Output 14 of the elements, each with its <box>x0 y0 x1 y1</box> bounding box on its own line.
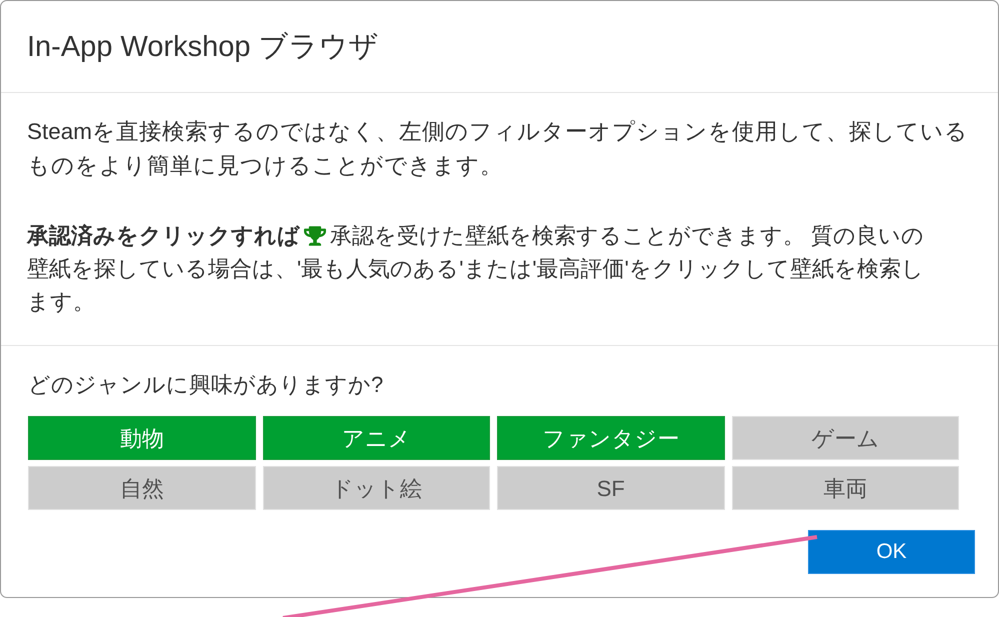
genre-button[interactable]: 車両 <box>732 466 959 510</box>
genre-button[interactable]: SF <box>497 466 724 510</box>
genre-button[interactable]: 自然 <box>28 466 256 510</box>
genre-button[interactable]: ドット絵 <box>262 466 490 510</box>
genre-question: どのジャンルに興味がありますか? <box>28 371 384 399</box>
genre-button[interactable]: アニメ <box>262 416 490 460</box>
dialog-title: In-App Workshop ブラウザ <box>27 30 379 64</box>
genre-button[interactable]: ゲーム <box>732 416 959 460</box>
genre-button[interactable]: ファンタジー <box>497 416 724 460</box>
genre-button[interactable]: 動物 <box>28 416 256 460</box>
ok-button[interactable]: OK <box>808 530 975 574</box>
trophy-icon <box>304 226 326 246</box>
approved-hint-text: 承認済みをクリックすれば 承認を受けた壁紙を検索することができます。 質の良いの壁紙を探している場合は、'最も人気のある'または'最高評価'をクリックして壁紙を検索します。 <box>27 222 926 316</box>
intro-text: Steamを直接検索するのではなく、左側のフィルターオプションを使用して、探しているものをより簡単に見つけることができます。 <box>27 118 970 180</box>
